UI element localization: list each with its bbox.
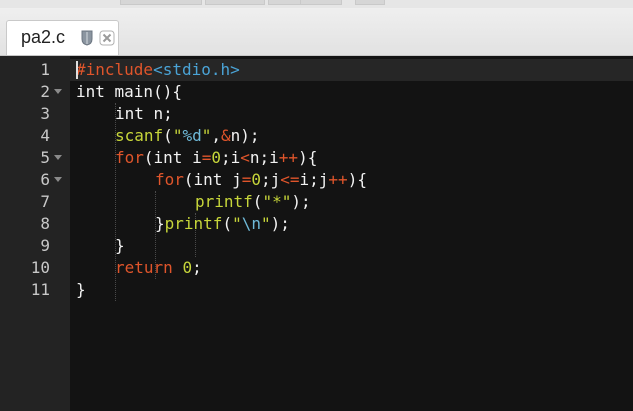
code-text[interactable]: scanf("%d",&n);	[115, 125, 260, 147]
tab-title: pa2.c	[21, 27, 66, 47]
line-number: 4	[40, 126, 50, 145]
code-text[interactable]: }printf("\n");	[155, 213, 290, 235]
code-line: 9 }	[0, 235, 633, 257]
keyword-token: for	[115, 148, 144, 167]
function-name: printf	[164, 214, 223, 233]
operator-token: ++	[328, 170, 348, 189]
toolbar-segment	[205, 0, 265, 5]
keyword-token: for	[155, 170, 184, 189]
fold-arrow-icon[interactable]	[54, 89, 62, 94]
code-line: 2 int main(){	[0, 81, 633, 103]
keyword-token: return	[115, 258, 173, 277]
code-token: n;i	[249, 148, 279, 167]
line-number: 6	[40, 170, 50, 189]
line-number: 5	[40, 148, 50, 167]
pin-icon[interactable]	[80, 30, 94, 46]
code-text[interactable]: int main(){	[76, 81, 182, 103]
number-token: 0	[251, 170, 261, 189]
code-line: 3 int n;	[0, 103, 633, 125]
code-text[interactable]: #include<stdio.h>	[76, 59, 240, 81]
code-token: (	[222, 214, 233, 233]
include-header: <stdio.h>	[153, 60, 240, 79]
code-text[interactable]: }	[115, 235, 125, 257]
code-token: }	[155, 214, 165, 233]
text-cursor	[76, 61, 78, 79]
code-token: ,	[211, 126, 221, 145]
code-token: );	[291, 192, 311, 211]
code-token: (int j	[183, 170, 242, 189]
code-editor[interactable]: 1 #include<stdio.h> 2 int main(){ 3 int …	[0, 56, 633, 411]
function-name: printf	[195, 192, 253, 211]
toolbar-segment	[300, 0, 342, 5]
fold-arrow-icon[interactable]	[54, 177, 62, 182]
string-token: "	[232, 214, 242, 233]
code-line: 5 for(int i=0;i<n;i++){	[0, 147, 633, 169]
close-icon[interactable]	[99, 30, 115, 46]
toolbar-segment	[355, 0, 385, 5]
tab-bar: pa2.c	[0, 8, 633, 56]
code-token: (	[163, 126, 173, 145]
function-name: scanf	[115, 126, 164, 145]
code-token: ;i	[220, 148, 241, 167]
code-token: ;j	[260, 170, 281, 189]
operator-token: <=	[280, 170, 300, 189]
code-token: ){	[347, 170, 367, 189]
code-text[interactable]: printf("*");	[195, 191, 311, 213]
string-token: "	[201, 126, 212, 145]
operator-token: =	[241, 170, 252, 189]
code-text[interactable]: return 0;	[115, 257, 202, 279]
string-token: "*"	[262, 192, 292, 211]
operator-token: ++	[278, 148, 299, 167]
code-token: (	[252, 192, 263, 211]
number-token: 0	[182, 258, 193, 277]
line-number: 3	[40, 104, 50, 123]
escape-sequence: \n	[241, 214, 261, 233]
code-line: 11 }	[0, 279, 633, 301]
tab-pa2-c[interactable]: pa2.c	[6, 20, 119, 55]
toolbar-segment	[120, 0, 202, 5]
code-line: 1 #include<stdio.h>	[0, 59, 633, 81]
line-number: 11	[30, 280, 50, 299]
code-token: i;j	[299, 170, 329, 189]
code-text[interactable]: for(int j=0;j<=i;j++){	[155, 169, 367, 191]
line-number: 10	[30, 258, 50, 277]
operator-token: &	[221, 126, 231, 145]
code-line: 8 }printf("\n");	[0, 213, 633, 235]
code-line: 6 for(int j=0;j<=i;j++){	[0, 169, 633, 191]
operator-token: <	[240, 148, 250, 167]
line-number: 7	[40, 192, 50, 211]
number-token: 0	[211, 148, 221, 167]
code-text[interactable]: for(int i=0;i<n;i++){	[115, 147, 317, 169]
code-line: 4 scanf("%d",&n);	[0, 125, 633, 147]
code-line: 10 return 0;	[0, 257, 633, 279]
line-number: 2	[40, 82, 50, 101]
code-text[interactable]: }	[76, 279, 86, 301]
string-token: "	[172, 126, 183, 145]
preprocessor-directive: #include	[76, 60, 154, 79]
line-number: 8	[40, 214, 50, 233]
code-text[interactable]: int n;	[115, 103, 173, 125]
code-token: );	[270, 214, 290, 233]
fold-arrow-icon[interactable]	[54, 155, 62, 160]
code-token: ;	[192, 258, 202, 277]
code-line: 7 printf("*");	[0, 191, 633, 213]
format-specifier: %d	[182, 126, 202, 145]
code-token: (int i	[143, 148, 202, 167]
line-number: 1	[40, 60, 50, 79]
operator-token: =	[201, 148, 212, 167]
code-token: n);	[230, 126, 260, 145]
code-token: ){	[298, 148, 318, 167]
string-token: "	[260, 214, 271, 233]
line-number: 9	[40, 236, 50, 255]
